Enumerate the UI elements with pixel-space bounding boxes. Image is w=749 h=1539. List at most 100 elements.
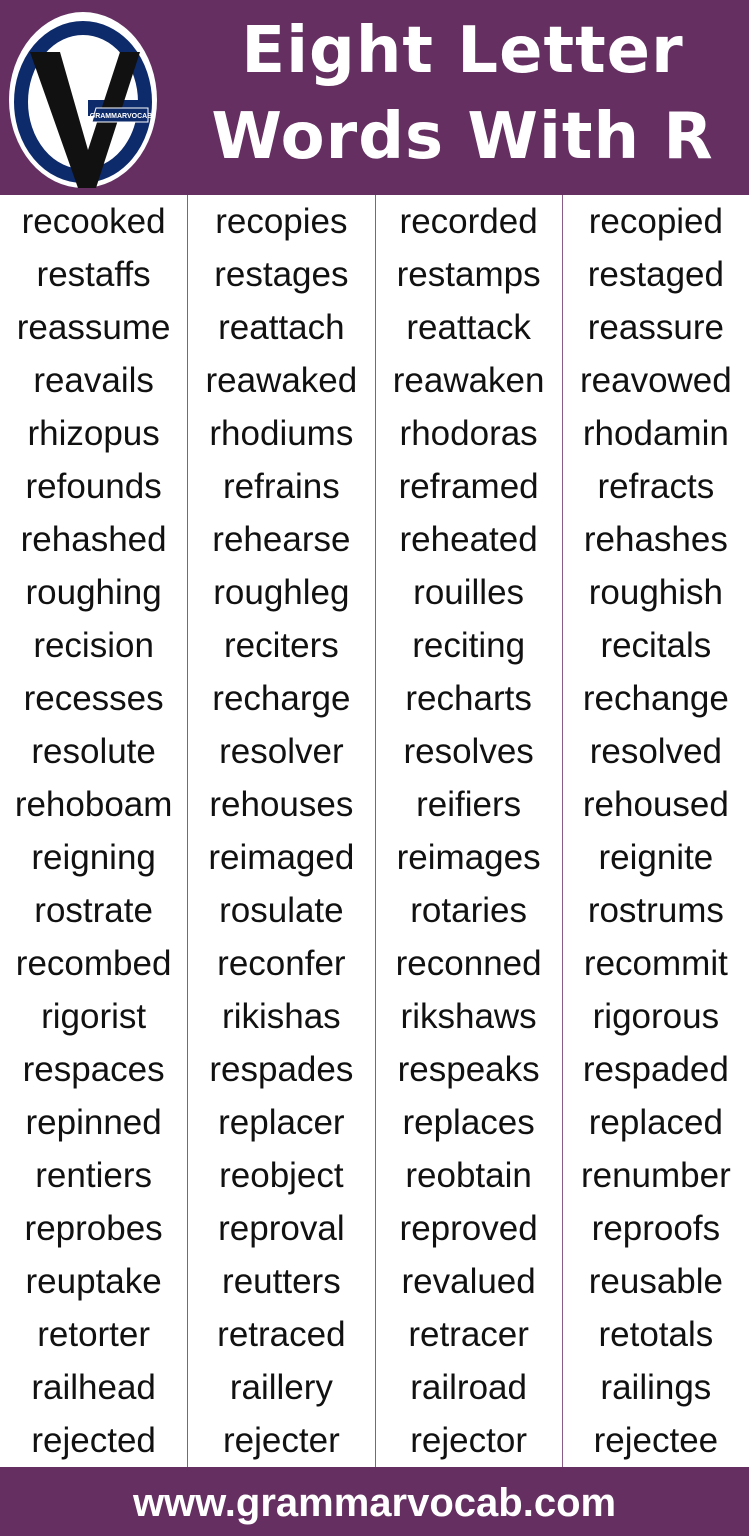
word-cell: railhead <box>31 1368 156 1407</box>
word-cell: reproval <box>218 1209 345 1248</box>
word-cell: recorded <box>399 202 538 241</box>
page-title: Eight Letter Words With R <box>190 8 735 180</box>
word-cell: reattack <box>406 308 531 347</box>
word-cell: reciting <box>412 626 526 665</box>
word-cell: reconfer <box>217 944 346 983</box>
word-cell: reavails <box>33 361 154 400</box>
word-cell: refounds <box>25 467 162 506</box>
word-cell: respades <box>209 1050 354 1089</box>
word-cell: rigorous <box>592 997 720 1036</box>
word-column-3: recorded restamps reattack reawaken rhodoras… <box>374 195 562 1513</box>
word-cell: recitals <box>600 626 712 665</box>
word-cell: respaded <box>582 1050 729 1089</box>
word-cell: reusable <box>588 1262 723 1301</box>
word-column-1: recooked restaffs reassume reavails rhizopus… <box>0 195 187 1513</box>
word-cell: recision <box>33 626 154 665</box>
word-cell: rehouses <box>209 785 354 824</box>
word-cell: reobject <box>219 1156 344 1195</box>
title-line-2: Words With R <box>211 100 714 174</box>
word-cell: reimages <box>396 838 541 877</box>
word-cell: rigorist <box>41 997 147 1036</box>
word-cell: recopies <box>215 202 348 241</box>
word-column-4: recopied restaged reassure reavowed rhodamin… <box>561 195 749 1513</box>
word-cell: rentiers <box>35 1156 152 1195</box>
word-cell: refrains <box>223 467 340 506</box>
word-cell: reavowed <box>579 361 732 400</box>
word-cell: respaces <box>22 1050 165 1089</box>
word-cell: rehashed <box>20 520 167 559</box>
word-cell: reutters <box>222 1262 341 1301</box>
word-cell: railings <box>600 1368 712 1407</box>
word-cell: roughleg <box>213 573 350 612</box>
word-cell: rehoused <box>582 785 729 824</box>
word-cell: reframed <box>398 467 539 506</box>
word-cell: rosulate <box>219 891 344 930</box>
word-cell: reconned <box>395 944 542 983</box>
word-cell: rhodoras <box>399 414 538 453</box>
word-cell: replaced <box>588 1103 723 1142</box>
word-cell: retracer <box>408 1315 529 1354</box>
header-banner: GRAMMARVOCAB Eight Letter Words With R <box>0 0 749 195</box>
word-cell: reheated <box>399 520 538 559</box>
word-cell: railroad <box>410 1368 527 1407</box>
word-cell: raillery <box>229 1368 333 1407</box>
word-cell: reattach <box>218 308 345 347</box>
grammarvocab-logo-icon: GRAMMARVOCAB <box>9 12 157 188</box>
word-cell: rostrate <box>34 891 153 930</box>
word-cell: rikishas <box>222 997 341 1036</box>
footer-url: www.grammarvocab.com <box>0 1467 749 1536</box>
word-cell: refracts <box>597 467 715 506</box>
word-cell: restaged <box>587 255 724 294</box>
word-cell: rouilles <box>413 573 525 612</box>
word-cell: rhodiums <box>209 414 354 453</box>
word-cell: recharts <box>405 679 532 718</box>
word-cell: resolver <box>219 732 344 771</box>
word-cell: rechange <box>582 679 729 718</box>
word-cell: rotaries <box>410 891 527 930</box>
word-cell: resolves <box>403 732 534 771</box>
word-cell: resolute <box>31 732 156 771</box>
word-cell: reifiers <box>416 785 522 824</box>
word-cell: recopied <box>588 202 723 241</box>
word-cell: reuptake <box>25 1262 162 1301</box>
word-cell: rehearse <box>212 520 351 559</box>
word-cell: rehoboam <box>14 785 173 824</box>
word-cell: retorter <box>37 1315 151 1354</box>
word-cell: replaces <box>402 1103 535 1142</box>
logo-text: GRAMMARVOCAB <box>90 113 152 120</box>
word-cell: restages <box>214 255 349 294</box>
word-cell: recombed <box>15 944 172 983</box>
word-cell: retraced <box>217 1315 346 1354</box>
word-cell: reproofs <box>591 1209 721 1248</box>
word-cell: rhodamin <box>582 414 729 453</box>
word-cell: rhizopus <box>27 414 160 453</box>
word-cell: resolved <box>589 732 723 771</box>
word-cell: rehashes <box>583 520 728 559</box>
word-cell: roughish <box>588 573 723 612</box>
word-cell: repinned <box>25 1103 162 1142</box>
word-cell: reciters <box>224 626 339 665</box>
word-cell: recesses <box>23 679 164 718</box>
word-cell: reobtain <box>405 1156 532 1195</box>
word-cell: rostrums <box>587 891 724 930</box>
title-line-1: Eight Letter <box>241 14 684 88</box>
word-cell: revalued <box>401 1262 536 1301</box>
word-cell: reimaged <box>208 838 355 877</box>
word-cell: reawaked <box>205 361 358 400</box>
word-cell: recharge <box>212 679 351 718</box>
word-cell: reawaken <box>392 361 545 400</box>
word-cell: renumber <box>580 1156 731 1195</box>
word-cell: rejectee <box>593 1421 719 1460</box>
word-cell: recommit <box>583 944 728 983</box>
word-cell: roughing <box>25 573 162 612</box>
word-cell: recooked <box>21 202 166 241</box>
word-cell: reassume <box>16 308 171 347</box>
word-cell: reassure <box>587 308 724 347</box>
word-cell: retotals <box>598 1315 714 1354</box>
word-cell: rikshaws <box>400 997 537 1036</box>
word-cell: reigning <box>31 838 156 877</box>
word-cell: rejected <box>31 1421 156 1460</box>
word-cell: reignite <box>598 838 714 877</box>
word-cell: reprobes <box>24 1209 163 1248</box>
word-cell: respeaks <box>397 1050 540 1089</box>
